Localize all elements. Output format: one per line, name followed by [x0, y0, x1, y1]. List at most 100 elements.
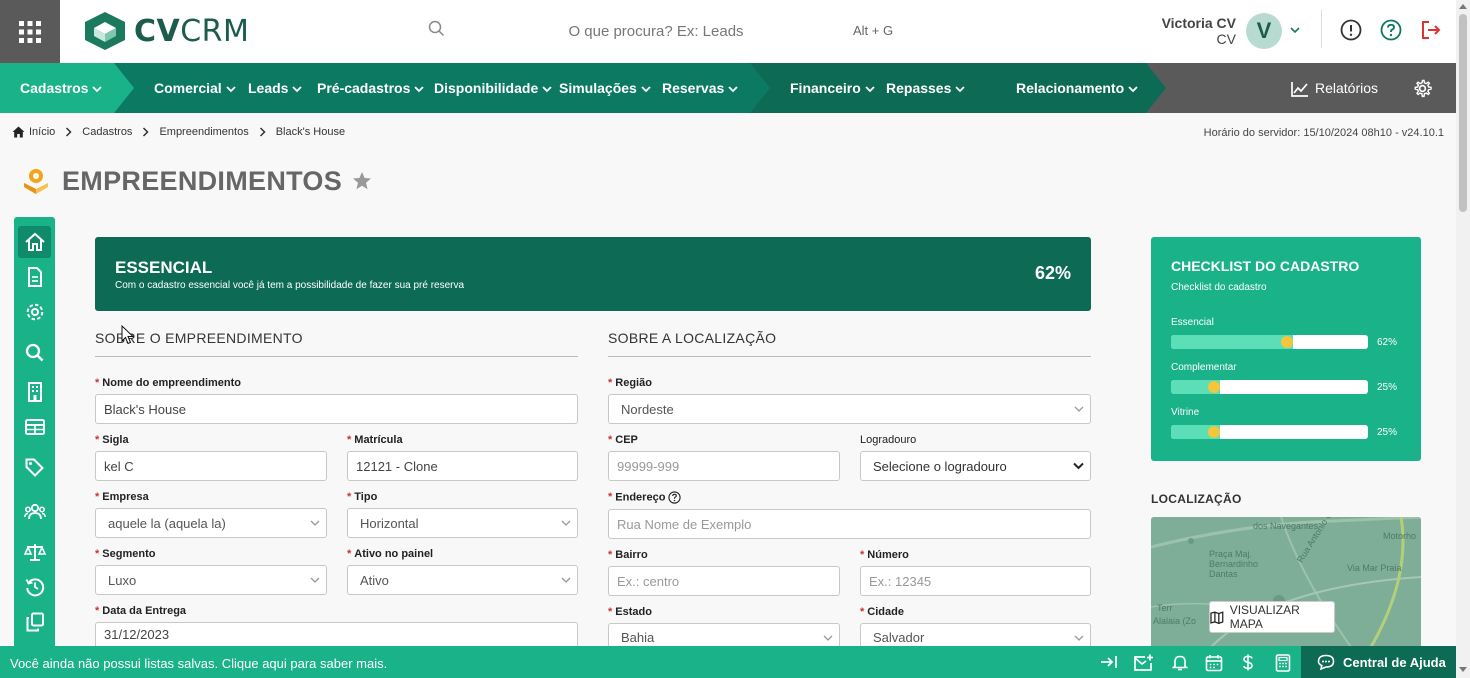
required-mark: *	[95, 548, 100, 560]
scroll-up-arrow[interactable]	[1459, 4, 1467, 9]
chevron-down-icon	[823, 635, 833, 641]
cidade-select[interactable]: Salvador	[860, 623, 1091, 646]
nav-leads[interactable]: Leads	[248, 63, 303, 113]
chevron-down-icon	[226, 85, 236, 92]
saved-lists-message[interactable]: Você ainda não possui listas salvas. Cli…	[10, 656, 387, 671]
nav-cadastros[interactable]: Cadastros	[20, 63, 103, 113]
required-mark: *	[608, 491, 613, 504]
nav-comercial[interactable]: Comercial	[154, 63, 236, 113]
gear-icon[interactable]	[1413, 79, 1432, 98]
home-icon[interactable]	[12, 126, 25, 138]
avatar[interactable]: V	[1246, 13, 1282, 49]
field-label: * Matrícula	[347, 434, 403, 446]
bairro-input[interactable]	[608, 566, 840, 596]
chevron-down-icon	[92, 85, 103, 92]
nav-pre-cadastros[interactable]: Pré-cadastros	[317, 63, 425, 113]
location-title: LOCALIZAÇÃO	[1151, 492, 1242, 506]
nav-label: Disponibilidade	[434, 80, 539, 96]
sidebar-item-history[interactable]	[18, 571, 51, 603]
required-mark: *	[608, 606, 613, 618]
breadcrumb-item[interactable]: Empreendimentos	[159, 126, 248, 138]
nav-reservas[interactable]: Reservas	[662, 63, 738, 113]
chevron-right-icon	[66, 127, 72, 137]
map-icon	[1210, 610, 1224, 624]
matricula-input[interactable]	[347, 451, 578, 481]
data-entrega-input[interactable]	[95, 622, 578, 646]
scroll-thumb[interactable]	[1459, 14, 1467, 212]
endereco-input[interactable]	[608, 509, 1091, 539]
sidebar-item-units[interactable]	[18, 376, 51, 408]
sidebar-item-legal[interactable]	[18, 536, 51, 568]
checklist-item-label: Vitrine	[1171, 407, 1200, 418]
dollar-icon[interactable]	[1242, 654, 1254, 671]
regiao-select[interactable]: Nordeste	[608, 394, 1091, 424]
calendar-icon[interactable]	[1205, 654, 1223, 672]
sidebar-item-settings[interactable]	[18, 296, 51, 328]
chevron-down-icon	[310, 520, 320, 526]
label-text: Matrícula	[354, 434, 403, 446]
history-icon	[25, 578, 44, 597]
chevron-down-icon[interactable]	[1290, 26, 1300, 34]
numero-input[interactable]	[860, 566, 1091, 596]
sigla-input[interactable]	[95, 451, 327, 481]
button-label: Central de Ajuda	[1343, 654, 1446, 670]
sidebar-item-search[interactable]	[18, 336, 51, 368]
chevron-down-icon	[292, 85, 303, 92]
sidebar-item-documents[interactable]	[18, 261, 51, 293]
cep-input[interactable]	[608, 451, 840, 481]
required-mark: *	[608, 434, 613, 446]
mail-add-icon[interactable]	[1134, 654, 1154, 672]
field-label: * Segmento	[95, 548, 155, 560]
help-icon[interactable]	[1380, 19, 1402, 41]
sign-in-icon[interactable]	[1100, 654, 1118, 670]
help-center-button[interactable]: Central de Ajuda	[1301, 646, 1456, 678]
scroll-down-arrow[interactable]	[1459, 667, 1467, 672]
field-label: * Número	[860, 549, 909, 561]
empresa-select[interactable]: aquele la (aquela la)	[95, 508, 327, 538]
chevron-right-icon	[259, 127, 266, 137]
footer-bar: Você ainda não possui listas salvas. Cli…	[0, 646, 1456, 678]
logradouro-select[interactable]: Selecione o logradouro	[860, 451, 1091, 481]
search-icon[interactable]	[428, 20, 445, 37]
select-value: Horizontal	[360, 515, 419, 531]
bell-icon[interactable]	[1172, 654, 1188, 671]
estado-select[interactable]: Bahia	[608, 623, 840, 646]
label-text: Empresa	[102, 491, 149, 503]
nav-relacionamento[interactable]: Relacionamento	[1016, 63, 1138, 113]
label-text: Endereço	[615, 491, 666, 504]
view-map-button[interactable]: VISUALIZAR MAPA	[1209, 601, 1335, 633]
global-search-input[interactable]	[456, 16, 856, 46]
progress-fill	[1171, 335, 1294, 349]
required-mark: *	[860, 549, 865, 561]
apps-menu-button[interactable]	[0, 0, 60, 63]
question-icon[interactable]	[668, 491, 682, 504]
sidebar-item-home[interactable]	[18, 226, 51, 258]
segmento-select[interactable]: Luxo	[95, 565, 327, 595]
logout-icon[interactable]	[1420, 19, 1442, 41]
chevron-down-icon	[955, 85, 966, 92]
required-mark: *	[860, 606, 865, 618]
calculator-icon[interactable]	[1275, 654, 1291, 672]
nav-disponibilidade[interactable]: Disponibilidade	[434, 63, 552, 113]
page-scrollbar[interactable]	[1456, 0, 1470, 678]
sidebar-item-tags[interactable]	[18, 451, 51, 483]
map-preview[interactable]: dos Navegantes Motorho Praça Maj. Bernar…	[1151, 517, 1421, 647]
breadcrumb-item[interactable]: Início	[29, 126, 55, 138]
nav-financeiro[interactable]: Financeiro	[790, 63, 875, 113]
cvcrm-logo[interactable]: CVCRM	[84, 11, 249, 51]
user-info[interactable]: Victoria CV CV	[1162, 15, 1236, 47]
nav-relatorios[interactable]: Relatórios	[1291, 63, 1378, 113]
sidebar-item-people[interactable]	[18, 496, 51, 528]
breadcrumb-item[interactable]: Cadastros	[82, 126, 132, 138]
tipo-select[interactable]: Horizontal	[347, 508, 578, 538]
sidebar-item-table[interactable]	[18, 411, 51, 443]
nav-repasses[interactable]: Repasses	[886, 63, 966, 113]
ativo-painel-select[interactable]: Ativo	[347, 565, 578, 595]
checklist-item-percent: 25%	[1377, 427, 1398, 438]
nome-empreendimento-input[interactable]	[95, 394, 578, 424]
info-icon[interactable]	[1340, 19, 1362, 41]
sidebar-item-copy[interactable]	[18, 606, 51, 638]
nav-simulacoes[interactable]: Simulações	[559, 63, 651, 113]
map-label: Dantas	[1209, 569, 1238, 579]
star-icon[interactable]	[352, 171, 372, 191]
